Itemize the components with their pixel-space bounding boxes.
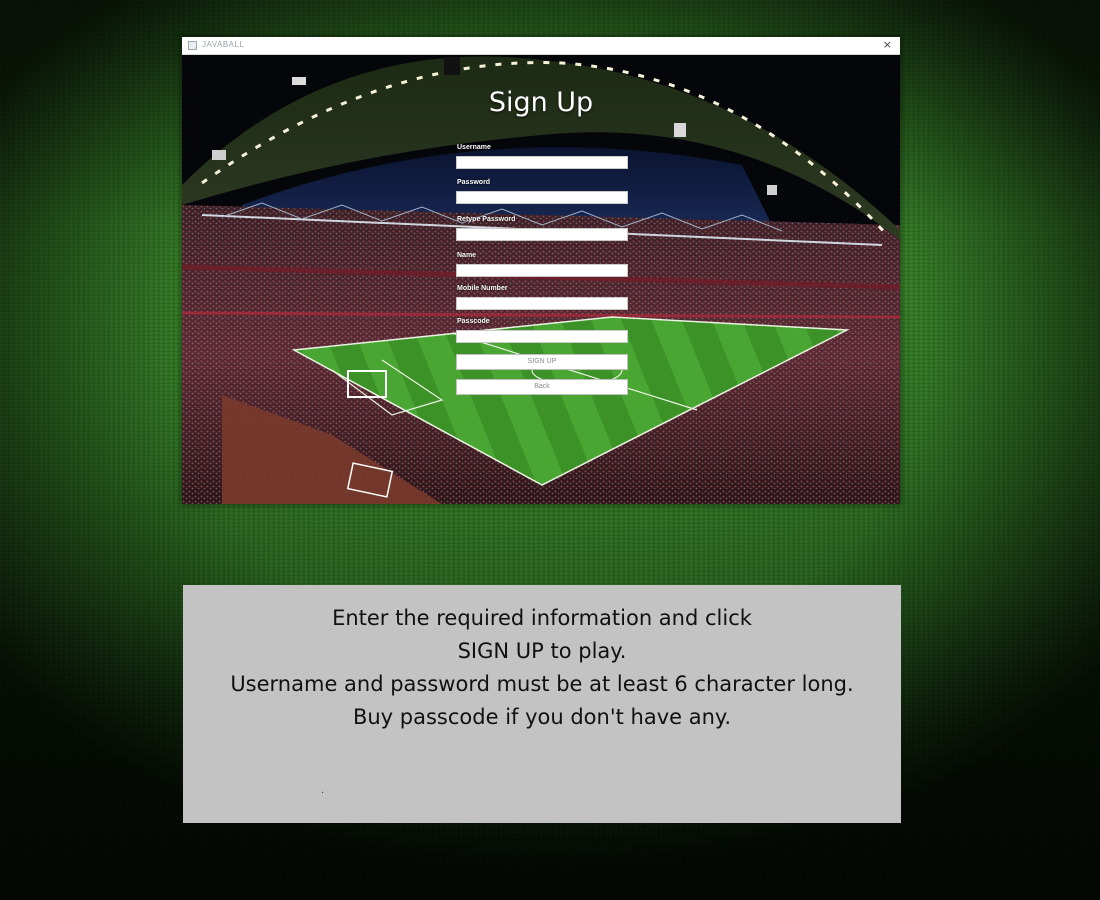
passcode-field[interactable] [456, 330, 628, 343]
signup-form: Sign Up Username Password Retype Passwor… [182, 55, 900, 504]
page-title: Sign Up [488, 87, 594, 118]
info-panel: Enter the required information and click… [183, 585, 901, 823]
title-bar[interactable]: JAVABALL × [182, 37, 900, 55]
mobile-number-field[interactable] [456, 297, 628, 310]
java-app-icon [188, 41, 197, 50]
retype-password-field[interactable] [456, 228, 628, 241]
instruction-line: Username and password must be at least 6… [230, 672, 854, 696]
name-field[interactable] [456, 264, 628, 277]
instruction-line: Buy passcode if you don't have any. [352, 705, 732, 729]
username-field[interactable] [456, 156, 628, 169]
instruction-line: Enter the required information and click [332, 606, 752, 630]
back-button[interactable]: Back [456, 379, 628, 395]
status-dot: . [321, 785, 325, 796]
instructions-text: Enter the required information and click… [183, 602, 901, 734]
close-icon[interactable]: × [883, 38, 892, 51]
instruction-line: SIGN UP to play. [457, 639, 627, 663]
password-label: Password [457, 179, 491, 186]
username-label: Username [457, 144, 491, 151]
signup-button[interactable]: SIGN UP [456, 354, 628, 370]
passcode-label: Passcode [457, 318, 490, 325]
name-label: Name [457, 252, 477, 259]
password-field[interactable] [456, 191, 628, 204]
mobile-number-label: Mobile Number [457, 285, 508, 292]
window-title: JAVABALL [202, 40, 245, 49]
retype-password-label: Retype Password [457, 216, 516, 223]
app-window: JAVABALL × Sign Up Username Password Ret… [182, 37, 900, 504]
